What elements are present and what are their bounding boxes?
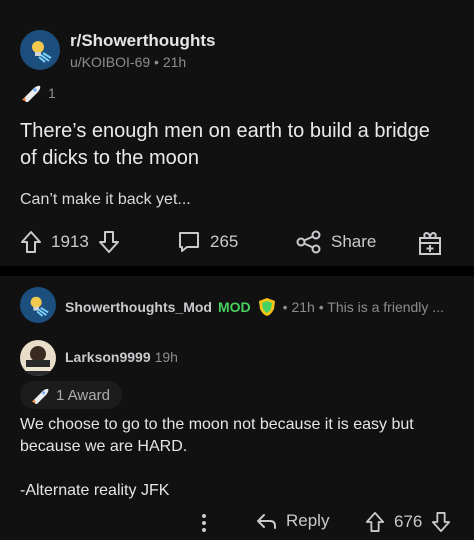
upvote-icon[interactable] [365,511,385,533]
share-button[interactable]: Share [296,230,376,254]
section-separator [0,266,474,276]
comment-action-bar: Reply 676 [0,510,474,538]
rocket-award-icon [31,388,49,404]
downvote-icon[interactable] [431,511,451,533]
comment-body: We choose to go to the moon not because … [20,414,460,502]
mod-meta: • 21h • This is a friendly ... [283,299,444,315]
give-award-button[interactable] [418,230,442,256]
subreddit-avatar[interactable] [20,30,60,70]
share-icon [296,230,321,254]
mod-comment-header: Showerthoughts_Mod MOD • 21h • This is a… [65,297,444,317]
gift-award-icon [419,231,441,255]
mod-comment-collapsed[interactable]: Showerthoughts_Mod MOD • 21h • This is a… [0,276,474,337]
comment-award-pill[interactable]: 1 Award [20,381,122,409]
more-icon [202,514,206,532]
post-author[interactable]: u/KOIBOI-69 [70,54,150,70]
mod-preview: This is a friendly ... [327,299,444,315]
post-action-bar: 1913 265 Share [0,230,474,262]
user-avatar-image [20,340,56,376]
lightbulb-icon [32,41,52,63]
comment-vote-group: 676 [365,511,451,533]
comment-count: 265 [210,232,239,251]
lightbulb-icon [30,296,49,317]
post-meta: u/KOIBOI-69 • 21h [70,54,186,70]
comment-score: 676 [394,512,423,531]
comment-avatar[interactable] [20,340,56,376]
meta-dot: • [154,54,163,70]
mod-age: 21h [291,299,315,315]
award-label: 1 Award [56,386,110,404]
comments-button[interactable]: 265 [177,230,238,254]
reply-button[interactable]: Reply [255,511,329,531]
comment-author[interactable]: Larkson9999 [65,349,151,365]
upvote-icon[interactable] [20,230,42,254]
rocket-award-icon [22,85,41,102]
comment-text: -Alternate reality JFK [20,482,170,499]
more-options-button[interactable] [197,512,211,534]
downvote-icon[interactable] [98,230,120,254]
vote-group: 1913 [20,230,120,254]
upvote-count: 1913 [51,232,89,251]
meta-dot: • [314,299,328,315]
award-count: 1 [48,85,56,101]
comment-header: Larkson9999 19h [65,349,178,365]
post-age: 21h [162,54,187,70]
reply-label: Reply [286,511,330,530]
comment-age: 19h [154,349,178,365]
post-title[interactable]: There’s enough men on earth to build a b… [20,118,450,172]
subreddit-name[interactable]: r/Showerthoughts [70,31,215,51]
post-awards[interactable]: 1 [20,84,56,102]
post-body: Can’t make it back yet... [20,191,191,208]
post-card: r/Showerthoughts u/KOIBOI-69 • 21h 1 The… [0,0,474,266]
mod-avatar [20,287,56,323]
share-label: Share [331,232,377,251]
mod-tag: MOD [218,299,251,315]
mod-shield-icon [258,298,275,316]
reply-icon [257,514,276,529]
comment-text: We choose to go to the moon not because … [20,416,414,455]
mod-author[interactable]: Showerthoughts_Mod [65,299,212,315]
comment-icon [179,232,199,252]
